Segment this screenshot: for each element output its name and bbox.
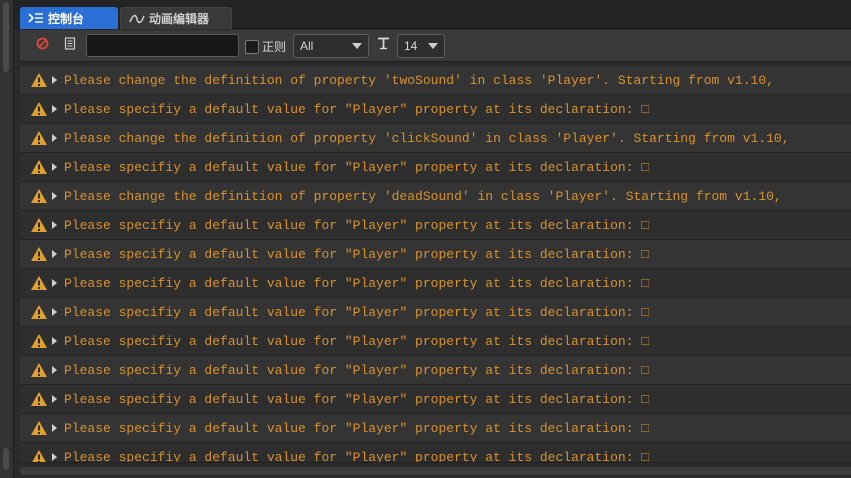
log-row[interactable]: Please specifiy a default value for "Pla… bbox=[20, 153, 851, 182]
log-message: Please change the definition of property… bbox=[64, 72, 774, 88]
status-strip bbox=[14, 462, 851, 478]
expand-arrow-icon[interactable] bbox=[52, 453, 57, 461]
expand-arrow-icon[interactable] bbox=[52, 395, 57, 403]
expand-arrow-icon[interactable] bbox=[52, 279, 57, 287]
log-row[interactable]: Please specifiy a default value for "Pla… bbox=[20, 385, 851, 414]
warning-icon bbox=[31, 131, 47, 145]
log-row[interactable]: Please specifiy a default value for "Pla… bbox=[20, 95, 851, 124]
regex-label: 正则 bbox=[262, 40, 287, 54]
log-row[interactable]: Please specifiy a default value for "Pla… bbox=[20, 298, 851, 327]
expand-arrow-icon[interactable] bbox=[52, 250, 57, 258]
log-row[interactable]: Please specifiy a default value for "Pla… bbox=[20, 269, 851, 298]
log-message: Please specifiy a default value for "Pla… bbox=[64, 275, 650, 291]
gutter-scroll-handle-bottom[interactable] bbox=[3, 448, 9, 470]
log-message: Please change the definition of property… bbox=[64, 188, 782, 204]
font-size-value: 14 bbox=[404, 39, 418, 53]
expand-arrow-icon[interactable] bbox=[52, 308, 57, 316]
document-icon bbox=[64, 37, 76, 55]
log-row[interactable]: Please specifiy a default value for "Pla… bbox=[20, 327, 851, 356]
log-message: Please specifiy a default value for "Pla… bbox=[64, 449, 650, 463]
log-level-value: All bbox=[300, 39, 314, 53]
expand-arrow-icon[interactable] bbox=[52, 134, 57, 142]
log-row[interactable]: Please specifiy a default value for "Pla… bbox=[20, 414, 851, 443]
log-message: Please specifiy a default value for "Pla… bbox=[64, 420, 650, 436]
log-message: Please specifiy a default value for "Pla… bbox=[64, 217, 650, 233]
chevron-down-icon bbox=[428, 43, 438, 49]
log-message: Please specifiy a default value for "Pla… bbox=[64, 362, 650, 378]
console-window: 控制台 动画编辑器 正则 All 14 Please change the de… bbox=[0, 0, 851, 478]
font-size-icon bbox=[377, 37, 390, 55]
expand-arrow-icon[interactable] bbox=[52, 105, 57, 113]
open-log-button[interactable] bbox=[59, 35, 81, 57]
log-message: Please specifiy a default value for "Pla… bbox=[64, 246, 650, 262]
log-row[interactable]: Please specifiy a default value for "Pla… bbox=[20, 240, 851, 269]
warning-icon bbox=[31, 160, 47, 174]
log-row[interactable]: Please change the definition of property… bbox=[20, 182, 851, 211]
search-input[interactable] bbox=[86, 34, 239, 57]
expand-arrow-icon[interactable] bbox=[52, 424, 57, 432]
warning-icon bbox=[31, 334, 47, 348]
tab-animation-editor[interactable]: 动画编辑器 bbox=[120, 7, 232, 29]
expand-arrow-icon[interactable] bbox=[52, 366, 57, 374]
warning-icon bbox=[31, 218, 47, 232]
log-message: Please specifiy a default value for "Pla… bbox=[64, 333, 650, 349]
log-message: Please change the definition of property… bbox=[64, 130, 790, 146]
log-row[interactable]: Please change the definition of property… bbox=[20, 124, 851, 153]
tab-bar: 控制台 动画编辑器 bbox=[14, 0, 851, 29]
expand-arrow-icon[interactable] bbox=[52, 337, 57, 345]
log-message: Please specifiy a default value for "Pla… bbox=[64, 101, 650, 117]
log-message: Please specifiy a default value for "Pla… bbox=[64, 391, 650, 407]
log-level-select[interactable]: All bbox=[293, 34, 369, 58]
clear-button[interactable] bbox=[31, 35, 53, 57]
log-row[interactable]: Please specifiy a default value for "Pla… bbox=[20, 356, 851, 385]
expand-arrow-icon[interactable] bbox=[52, 163, 57, 171]
log-message: Please specifiy a default value for "Pla… bbox=[64, 159, 650, 175]
tab-console-label: 控制台 bbox=[48, 11, 85, 26]
warning-icon bbox=[31, 102, 47, 116]
warning-icon bbox=[32, 450, 46, 462]
log-row[interactable]: Please specifiy a default value for "Pla… bbox=[20, 211, 851, 240]
regex-toggle[interactable]: 正则 bbox=[245, 38, 286, 55]
clear-icon bbox=[36, 37, 49, 55]
warning-icon bbox=[31, 421, 47, 435]
warning-icon bbox=[31, 363, 47, 377]
warning-icon bbox=[31, 189, 47, 203]
animation-icon bbox=[129, 12, 145, 26]
warning-icon bbox=[31, 305, 47, 319]
expand-arrow-icon[interactable] bbox=[52, 192, 57, 200]
terminal-icon bbox=[28, 11, 44, 25]
gutter-scroll-handle[interactable] bbox=[3, 2, 9, 72]
expand-arrow-icon[interactable] bbox=[52, 221, 57, 229]
tab-animation-editor-label: 动画编辑器 bbox=[149, 12, 210, 26]
font-size-select[interactable]: 14 bbox=[397, 34, 445, 58]
warning-icon bbox=[31, 247, 47, 261]
log-message: Please specifiy a default value for "Pla… bbox=[64, 304, 650, 320]
console-toolbar: 正则 All 14 bbox=[20, 30, 851, 62]
warning-icon bbox=[31, 73, 47, 87]
regex-checkbox[interactable] bbox=[245, 39, 259, 54]
console-log-list[interactable]: Please change the definition of property… bbox=[20, 66, 851, 462]
tab-console[interactable]: 控制台 bbox=[20, 7, 118, 29]
warning-icon bbox=[31, 276, 47, 290]
horizontal-scrollbar[interactable] bbox=[20, 467, 851, 475]
warning-icon bbox=[31, 392, 47, 406]
chevron-down-icon bbox=[352, 43, 362, 49]
log-row[interactable]: Please change the definition of property… bbox=[20, 66, 851, 95]
font-size-button[interactable] bbox=[372, 35, 394, 57]
log-row[interactable]: Please specifiy a default value for "Pla… bbox=[20, 443, 851, 462]
expand-arrow-icon[interactable] bbox=[52, 76, 57, 84]
left-gutter bbox=[0, 0, 14, 478]
